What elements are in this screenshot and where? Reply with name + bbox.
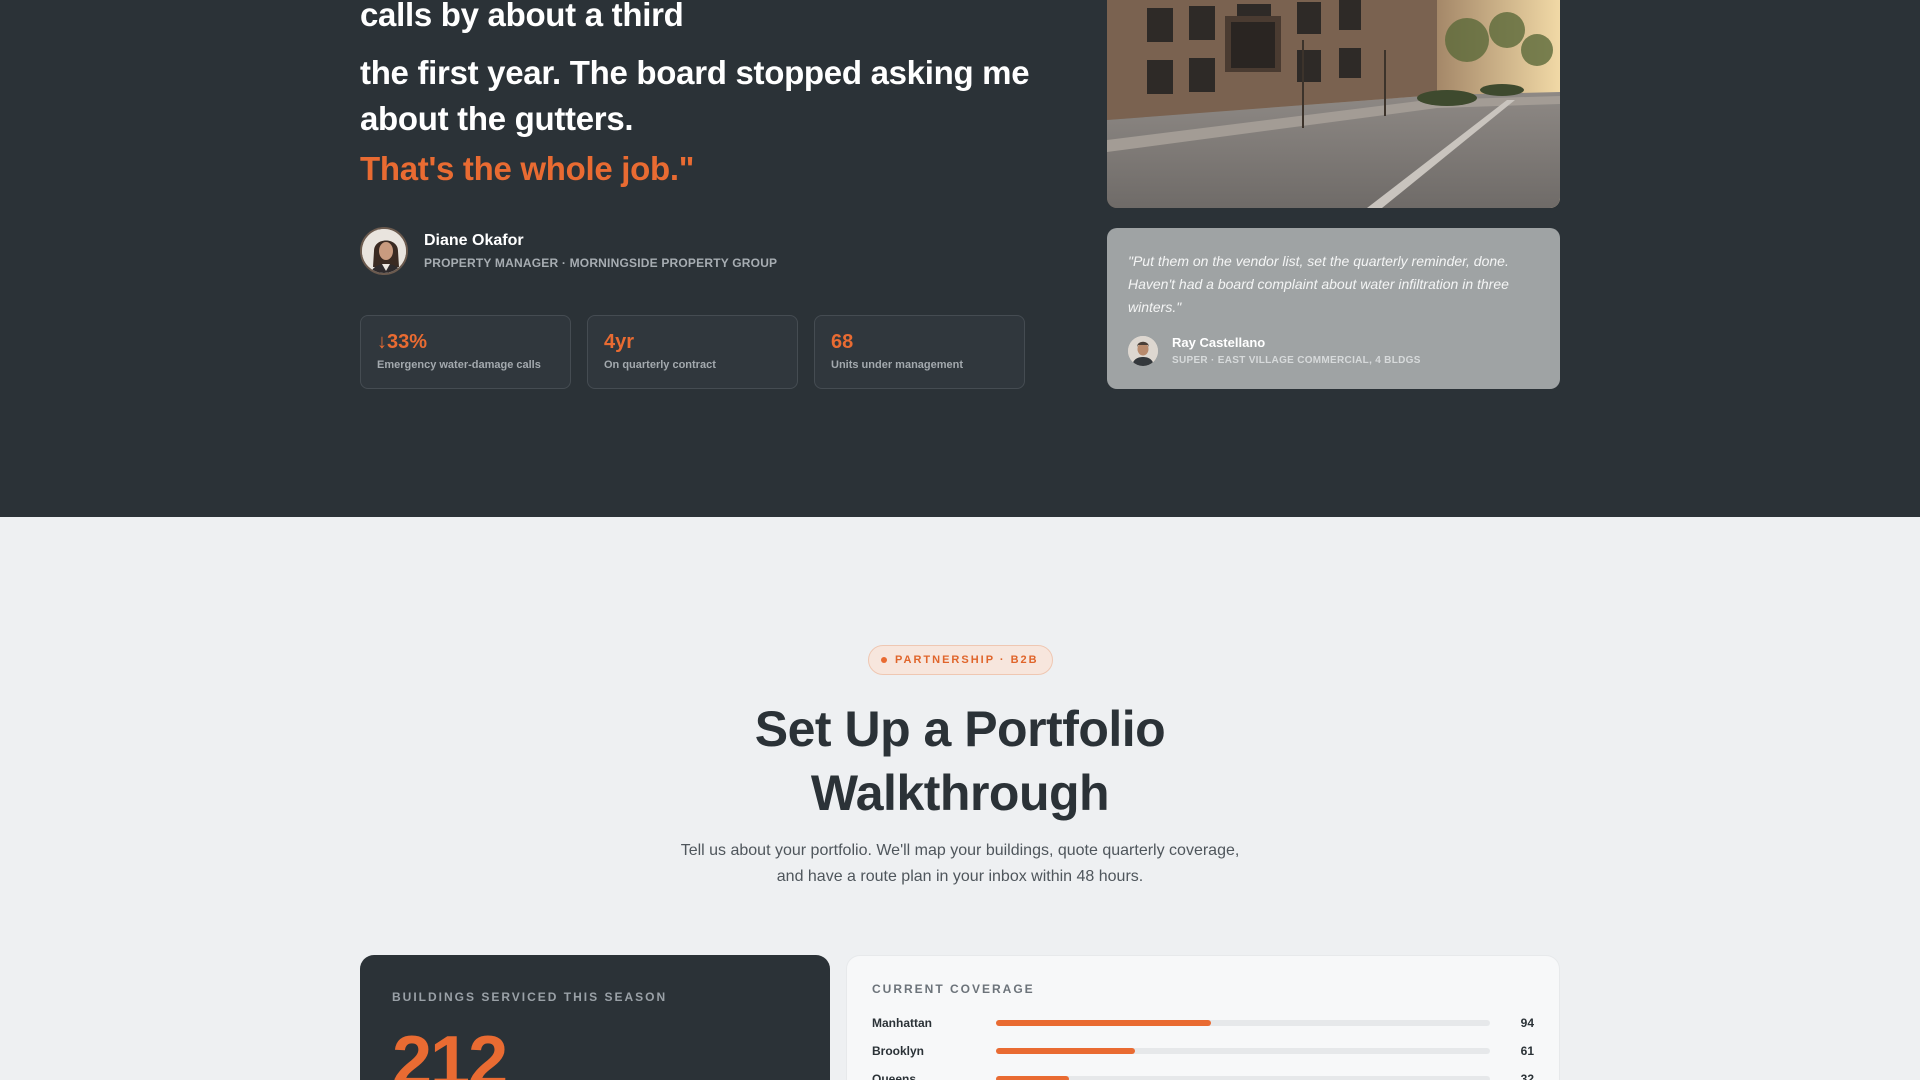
description-line: Tell us about your portfolio. We'll map … [680,842,1240,859]
quote-text: calls by about a third [360,0,684,33]
author-role: PROPERTY MANAGER · MORNINGSIDE PROPERTY … [424,256,778,270]
page-title: Set Up a Portfolio Walkthrough [560,697,1360,825]
title-line: Walkthrough [810,765,1110,821]
card-label: BUILDINGS SERVICED THIS SEASON [392,990,668,1004]
testimonial-section: calls by about a third the first year. T… [0,0,1920,517]
section-description: Tell us about your portfolio. We'll map … [560,838,1360,890]
secondary-testimonial-card: "Put them on the vendor list, set the qu… [1107,228,1560,389]
quote-highlight: That's the whole job." [360,150,695,187]
coverage-bar-fill [995,1020,1211,1026]
author-name: Diane Okafor [424,232,524,249]
buildings-serviced-card: BUILDINGS SERVICED THIS SEASON 212+ [360,955,830,1080]
stats-row: ↓33% Emergency water-damage calls 4yr On… [360,315,1025,389]
secondary-quote: "Put them on the vendor list, set the qu… [1128,253,1509,315]
coverage-row: Brooklyn 61 [872,1037,1534,1065]
stat-card: ↓33% Emergency water-damage calls [360,315,571,389]
coverage-bar-fill [995,1076,1069,1080]
secondary-author-name: Ray Castellano [1172,335,1266,350]
secondary-author-role: SUPER · EAST VILLAGE COMMERCIAL, 4 BLDGS [1172,355,1421,366]
avatar [360,227,408,275]
description-line: and have a route plan in your inbox with… [776,868,1144,885]
coverage-count: 94 [1520,1016,1534,1030]
stat-value: 68 [831,331,854,353]
count-suffix: + [508,1075,522,1080]
stat-card: 4yr On quarterly contract [587,315,798,389]
count-value: 212 [392,1022,508,1080]
coverage-bar-track [995,1020,1491,1026]
coverage-count: 32 [1520,1072,1534,1080]
title-line: Set Up a Portfolio [754,701,1166,757]
stat-value: 4yr [604,331,635,353]
coverage-row: Manhattan 94 [872,1009,1534,1037]
card-label: CURRENT COVERAGE [872,982,1035,996]
coverage-row: Queens 32 [872,1065,1534,1080]
partnership-badge: PARTNERSHIP · B2B [868,645,1053,675]
avatar [1128,335,1158,366]
coverage-bar-track [995,1048,1491,1054]
stat-label: Units under management [831,359,964,371]
coverage-list: Manhattan 94 Brooklyn 61 Queens 32 [872,1009,1534,1080]
coverage-borough: Manhattan [872,1016,932,1030]
stat-label: On quarterly contract [604,359,716,371]
badge-label: PARTNERSHIP · B2B [895,654,1039,666]
stat-value: ↓33% [377,331,428,353]
coverage-borough: Brooklyn [872,1044,925,1058]
stat-label: Emergency water-damage calls [377,359,541,371]
coverage-bar-track [995,1076,1491,1080]
building-photo [1107,0,1560,208]
buildings-count: 212+ [392,1026,522,1080]
secondary-author: Ray Castellano SUPER · EAST VILLAGE COMM… [1128,335,1421,366]
quote-text: the first year. The board stopped asking… [360,54,1030,137]
coverage-card: CURRENT COVERAGE Manhattan 94 Brooklyn 61 Qu… [846,955,1560,1080]
coverage-borough: Queens [872,1072,917,1080]
coverage-bar-fill [995,1048,1136,1054]
stat-card: 68 Units under management [814,315,1025,389]
dot-icon [881,657,887,663]
coverage-count: 61 [1520,1044,1534,1058]
testimonial-author: Diane Okafor PROPERTY MANAGER · MORNINGS… [360,227,777,275]
